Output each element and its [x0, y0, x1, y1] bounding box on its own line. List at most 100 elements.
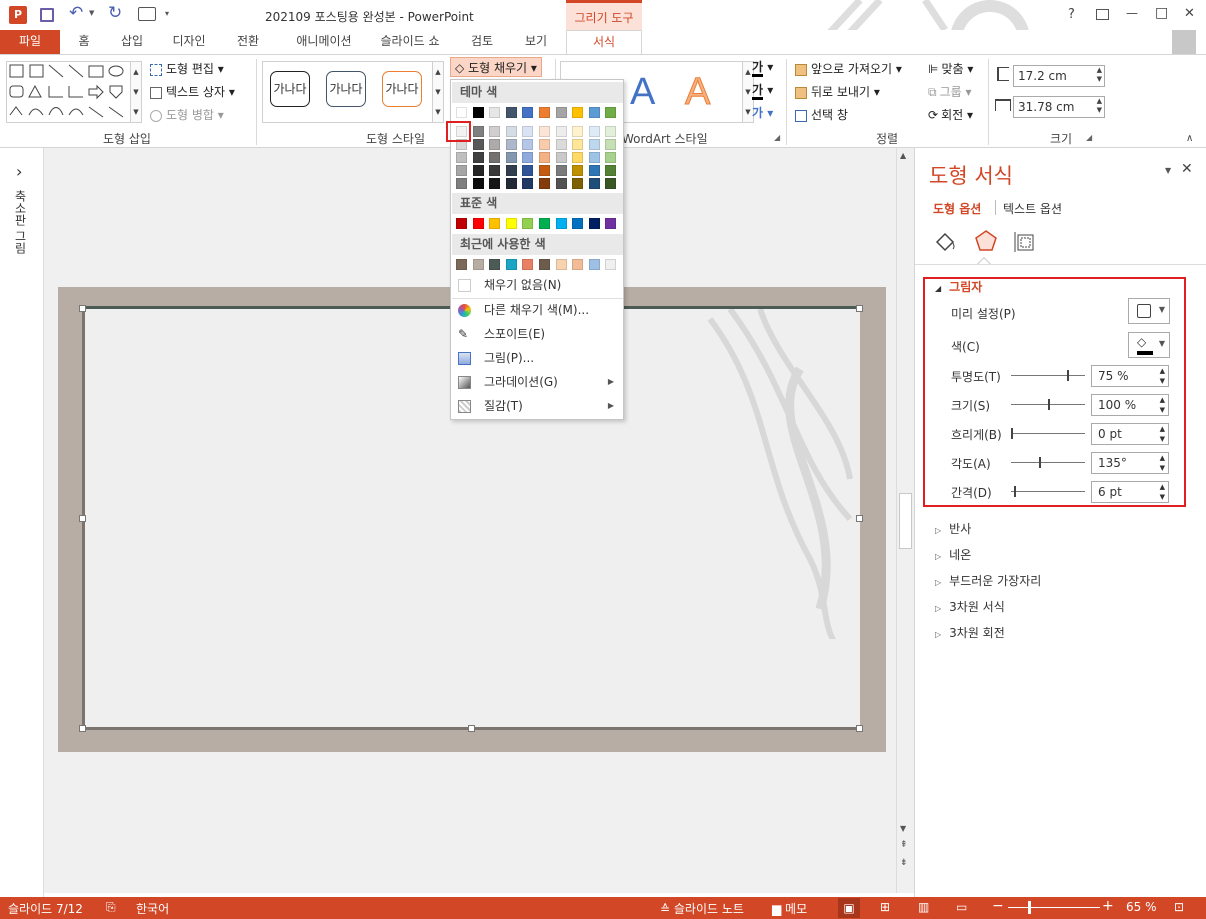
theme-shade-swatch[interactable] — [605, 126, 617, 137]
theme-color-swatch[interactable] — [572, 107, 584, 118]
pane-options-icon[interactable]: ▼ — [1165, 166, 1171, 175]
theme-shade-swatch[interactable] — [605, 139, 617, 150]
spinner-icon[interactable]: ▲ ▼ — [1097, 66, 1102, 84]
theme-color-swatch[interactable] — [456, 107, 467, 118]
theme-color-swatch[interactable] — [605, 107, 617, 118]
gradient-fill-item[interactable]: 그라데이션(G) ▶ — [452, 370, 623, 394]
spell-check-icon[interactable]: ⎘ — [106, 900, 116, 915]
shadow-slider-track[interactable] — [1011, 491, 1085, 492]
theme-shade-swatch[interactable] — [572, 126, 584, 137]
shadow-slider-thumb[interactable] — [1048, 399, 1050, 410]
recent-color-swatch[interactable] — [588, 259, 600, 270]
size-launcher-icon[interactable]: ◢ — [1086, 133, 1092, 142]
shape-gallery[interactable] — [6, 61, 136, 123]
recent-color-swatch[interactable] — [555, 259, 567, 270]
theme-shade-swatch[interactable] — [522, 126, 534, 137]
theme-shade-swatch[interactable] — [472, 152, 484, 163]
theme-shade-swatch[interactable] — [472, 165, 484, 176]
theme-shade-swatch[interactable] — [456, 178, 467, 189]
theme-shade-swatch[interactable] — [472, 126, 484, 137]
theme-shade-swatch[interactable] — [489, 139, 501, 150]
slide-counter[interactable]: 슬라이드 7/12 — [8, 900, 83, 917]
shadow-header[interactable]: ◢ 그림자 — [935, 278, 982, 295]
theme-shade-swatch[interactable] — [505, 139, 517, 150]
theme-shade-swatch[interactable] — [505, 165, 517, 176]
send-backward-button[interactable]: 뒤로 보내기 ▾ — [795, 82, 880, 102]
shadow-value-input[interactable]: 0 pt ▲ ▼ — [1091, 423, 1169, 445]
qat-customize-icon[interactable]: ▾ — [165, 9, 169, 18]
normal-view-icon[interactable]: ▣ — [838, 898, 860, 918]
theme-color-swatch[interactable] — [588, 107, 600, 118]
shape-width-input[interactable]: 31.78 cm ▲ ▼ — [1013, 96, 1105, 118]
theme-shade-swatch[interactable] — [539, 152, 550, 163]
zoom-level[interactable]: 65 % — [1126, 900, 1157, 914]
recent-color-swatch[interactable] — [505, 259, 517, 270]
shadow-slider-track[interactable] — [1011, 433, 1085, 434]
theme-shade-swatch[interactable] — [539, 126, 550, 137]
tab-design[interactable]: 디자인 — [160, 30, 218, 54]
merge-shapes-button[interactable]: 도형 병합 ▾ — [150, 105, 224, 125]
tab-text-options[interactable]: 텍스트 옵션 — [1003, 200, 1062, 217]
shadow-color-button[interactable]: ◇ ▼ — [1128, 332, 1170, 358]
shape-height-input[interactable]: 17.2 cm ▲ ▼ — [1013, 65, 1105, 87]
theme-shade-swatch[interactable] — [505, 152, 517, 163]
recent-color-swatch[interactable] — [572, 259, 584, 270]
shadow-slider-track[interactable] — [1011, 375, 1085, 376]
text-fill-button[interactable]: 가 ▾ — [752, 57, 773, 77]
shadow-preset-button[interactable]: ▼ — [1128, 298, 1170, 324]
pane-section-header[interactable]: ▷ 3차원 서식 — [935, 598, 1005, 615]
more-fill-colors-item[interactable]: 다른 채우기 색(M)... — [452, 298, 623, 322]
reading-view-icon[interactable]: ▥ — [918, 900, 929, 914]
theme-shade-swatch[interactable] — [522, 178, 534, 189]
text-outline-button[interactable]: 가 ▾ — [752, 80, 773, 100]
tab-home[interactable]: 홈 — [62, 30, 106, 54]
theme-shade-swatch[interactable] — [572, 152, 584, 163]
theme-shade-swatch[interactable] — [572, 178, 584, 189]
tab-format[interactable]: 서식 — [566, 30, 642, 55]
eyedropper-item[interactable]: ✎ 스포이트(E) — [452, 322, 623, 346]
tab-shape-options[interactable]: 도형 옵션 — [933, 200, 981, 217]
tab-review[interactable]: 검토 — [460, 30, 504, 54]
maximize-button[interactable]: □ — [1155, 5, 1168, 21]
standard-color-swatch[interactable] — [555, 218, 567, 229]
next-slide-icon[interactable]: ⇟ — [900, 858, 908, 868]
theme-shade-swatch[interactable] — [588, 126, 600, 137]
theme-color-swatch[interactable] — [522, 107, 534, 118]
shape-style-preset-1[interactable]: 가나다 — [270, 71, 310, 107]
theme-shade-swatch[interactable] — [539, 178, 550, 189]
theme-shade-swatch[interactable] — [555, 139, 567, 150]
theme-shade-swatch[interactable] — [456, 165, 467, 176]
pane-section-header[interactable]: ▷ 반사 — [935, 520, 971, 537]
standard-color-swatch[interactable] — [539, 218, 550, 229]
theme-shade-swatch[interactable] — [472, 139, 484, 150]
shadow-value-input[interactable]: 6 pt ▲ ▼ — [1091, 481, 1169, 503]
wordart-blue-a[interactable]: A — [630, 71, 655, 114]
standard-color-swatch[interactable] — [572, 218, 584, 229]
undo-dropdown-icon[interactable]: ▼ — [89, 9, 94, 17]
help-button[interactable]: ? — [1068, 7, 1075, 22]
theme-shade-swatch[interactable] — [588, 139, 600, 150]
shadow-slider-track[interactable] — [1011, 462, 1085, 463]
theme-color-swatch[interactable] — [472, 107, 484, 118]
text-box-button[interactable]: 텍스트 상자 ▾ — [150, 82, 235, 102]
theme-shade-swatch[interactable] — [522, 165, 534, 176]
standard-color-swatch[interactable] — [489, 218, 501, 229]
recent-color-swatch[interactable] — [539, 259, 550, 270]
save-icon[interactable] — [40, 8, 54, 22]
no-fill-item[interactable]: 채우기 없음(N) — [452, 273, 623, 297]
theme-shade-swatch[interactable] — [588, 152, 600, 163]
size-properties-icon[interactable] — [1013, 230, 1037, 254]
theme-shade-swatch[interactable] — [555, 165, 567, 176]
resize-handle[interactable] — [856, 515, 863, 522]
slide-sorter-icon[interactable]: ⊞ — [880, 900, 890, 914]
texture-fill-item[interactable]: 질감(T) ▶ — [452, 394, 623, 418]
theme-shade-swatch[interactable] — [605, 178, 617, 189]
zoom-in-icon[interactable]: + — [1102, 898, 1114, 914]
tab-insert[interactable]: 삽입 — [110, 30, 154, 54]
theme-shade-swatch[interactable] — [572, 165, 584, 176]
collapse-ribbon-icon[interactable]: ∧ — [1186, 133, 1193, 144]
pane-section-header[interactable]: ▷ 부드러운 가장자리 — [935, 572, 1041, 589]
standard-color-swatch[interactable] — [472, 218, 484, 229]
standard-color-swatch[interactable] — [605, 218, 617, 229]
recent-color-swatch[interactable] — [489, 259, 501, 270]
